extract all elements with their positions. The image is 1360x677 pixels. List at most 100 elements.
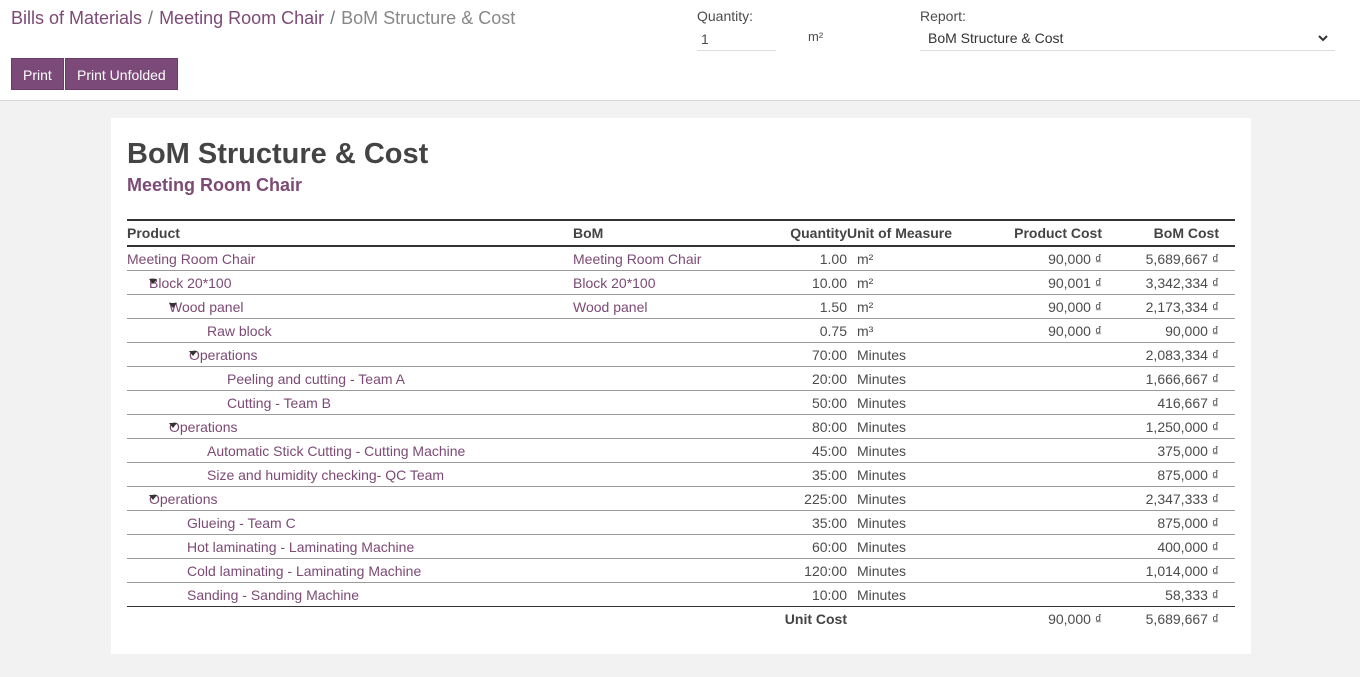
row-product[interactable]: Raw block [207,323,272,339]
row-product-cost: 90,001 ₫ [1048,275,1102,291]
row-product-label: Operations [169,419,238,435]
row-uom: Minutes [857,563,907,579]
breadcrumb-current: BoM Structure & Cost [341,8,516,28]
row-product[interactable]: Glueing - Team C [187,515,296,531]
table-row: Cold laminating - Laminating Machine 120:… [127,559,1235,583]
row-bom-cost: 1,014,000 ₫ [1145,563,1219,579]
row-uom: m² [857,275,874,291]
row-product-label: Cutting - Team B [227,395,332,411]
table-row: Cutting - Team B 50:00 Minutes 416,667 ₫ [127,391,1235,415]
row-product[interactable]: Wood panel [169,299,243,315]
row-product[interactable]: Automatic Stick Cutting - Cutting Machin… [207,443,465,459]
row-bom[interactable]: Meeting Room Chair [573,251,701,267]
row-quantity: 10:00 [811,587,847,603]
row-uom: Minutes [857,539,907,555]
report-select[interactable]: BoM Structure & Cost [920,27,1335,51]
table-row: Raw block 0.75 m³ 90,000 ₫ 90,000 ₫ [127,319,1235,343]
row-product[interactable]: Hot laminating - Laminating Machine [187,539,414,555]
row-uom: Minutes [857,347,907,363]
column-header-product-cost: Product Cost [1014,225,1102,241]
row-quantity: 10.00 [811,275,847,291]
row-quantity: 1.50 [819,299,847,315]
row-bom[interactable]: Block 20*100 [573,275,656,291]
unit-cost-bom-cost: 5,689,667 ₫ [1145,611,1219,627]
row-product[interactable]: Size and humidity checking- QC Team [207,467,444,483]
caret-down-icon[interactable] [149,495,157,500]
row-product-label: Block 20*100 [149,275,232,291]
bom-table: Product BoM Quantity Unit of Measure Pro… [127,219,1235,631]
row-product-label: Operations [149,491,218,507]
table-footer: Unit Cost 90,000 ₫ 5,689,667 ₫ [127,606,1235,631]
row-product[interactable]: Operations [169,419,237,435]
row-bom-cost: 2,173,334 ₫ [1145,299,1219,315]
row-bom-cost: 875,000 ₫ [1157,515,1219,531]
breadcrumb-separator: / [330,8,336,28]
row-product[interactable]: Cold laminating - Laminating Machine [187,563,421,579]
row-product-cost: 90,000 ₫ [1048,251,1102,267]
table-row: Peeling and cutting - Team A 20:00 Minutes… [127,367,1235,391]
row-quantity: 0.75 [819,323,847,339]
report-title: BoM Structure & Cost [127,138,429,170]
row-product-cost: 90,000 ₫ [1048,323,1102,339]
row-uom: Minutes [857,491,907,507]
row-bom-cost: 1,250,000 ₫ [1145,419,1219,435]
row-product[interactable]: Meeting Room Chair [127,251,255,267]
row-product[interactable]: Block 20*100 [149,275,232,291]
print-button[interactable]: Print [11,58,64,90]
row-uom: Minutes [857,419,907,435]
row-quantity: 80:00 [811,419,847,435]
row-quantity: 35:00 [811,467,847,483]
quantity-label: Quantity: [697,8,754,24]
row-bom-cost: 375,000 ₫ [1157,443,1219,459]
row-bom[interactable]: Wood panel [573,299,647,315]
quantity-uom: m² [808,29,824,44]
row-product[interactable]: Operations [149,491,217,507]
table-row: Wood panel Wood panel 1.50 m² 90,000 ₫ 2,173,… [127,295,1235,319]
caret-down-icon[interactable] [149,279,157,284]
row-uom: Minutes [857,515,907,531]
column-header-bom: BoM [573,225,604,241]
row-uom: m² [857,251,874,267]
breadcrumb-bills-of-materials[interactable]: Bills of Materials [11,8,142,28]
breadcrumb: Bills of Materials / Meeting Room Chair / Bo… [11,8,515,29]
breadcrumb-meeting-room-chair[interactable]: Meeting Room Chair [159,8,324,28]
row-uom: Minutes [857,587,907,603]
table-row: Glueing - Team C 35:00 Minutes 875,000 ₫ [127,511,1235,535]
row-product[interactable]: Peeling and cutting - Team A [227,371,405,387]
row-uom: Minutes [857,467,907,483]
row-product[interactable]: Sanding - Sanding Machine [187,587,359,603]
row-bom-cost: 5,689,667 ₫ [1145,251,1219,267]
row-product[interactable]: Cutting - Team B [227,395,331,411]
row-product-label: Wood panel [169,299,244,315]
row-quantity: 120:00 [804,563,847,579]
row-product-label: Peeling and cutting - Team A [227,371,405,387]
print-unfolded-button[interactable]: Print Unfolded [65,58,178,90]
report-subtitle: Meeting Room Chair [127,175,303,195]
row-quantity: 225:00 [804,491,847,507]
unit-cost-product-cost: 90,000 ₫ [1048,611,1102,627]
row-product-label: Cold laminating - Laminating Machine [187,563,422,579]
row-uom: m² [857,299,874,315]
table-row: Meeting Room Chair Meeting Room Chair 1.00… [127,247,1235,271]
row-uom: Minutes [857,395,907,411]
table-row: Sanding - Sanding Machine 10:00 Minutes 58,… [127,583,1235,607]
row-product-label: Meeting Room Chair [127,251,256,267]
row-product-cost: 90,000 ₫ [1048,299,1102,315]
caret-down-icon[interactable] [169,303,177,308]
row-quantity: 20:00 [811,371,847,387]
table-row: Hot laminating - Laminating Machine 60:00… [127,535,1235,559]
row-bom-cost: 2,083,334 ₫ [1145,347,1219,363]
row-bom-cost: 90,000 ₫ [1165,323,1219,339]
row-bom-cost: 416,667 ₫ [1157,395,1219,411]
caret-down-icon[interactable] [169,423,177,428]
row-bom-cost: 3,342,334 ₫ [1145,275,1219,291]
row-bom-cost: 400,000 ₫ [1157,539,1219,555]
row-quantity: 60:00 [811,539,847,555]
table-row: Automatic Stick Cutting - Cutting Machin… [127,439,1235,463]
column-header-uom: Unit of Measure [847,225,953,241]
table-row: Size and humidity checking- QC Team 35:00… [127,463,1235,487]
row-product[interactable]: Operations [189,347,257,363]
column-header-bom-cost: BoM Cost [1153,225,1219,241]
quantity-input[interactable] [697,27,776,51]
caret-down-icon[interactable] [189,351,197,356]
